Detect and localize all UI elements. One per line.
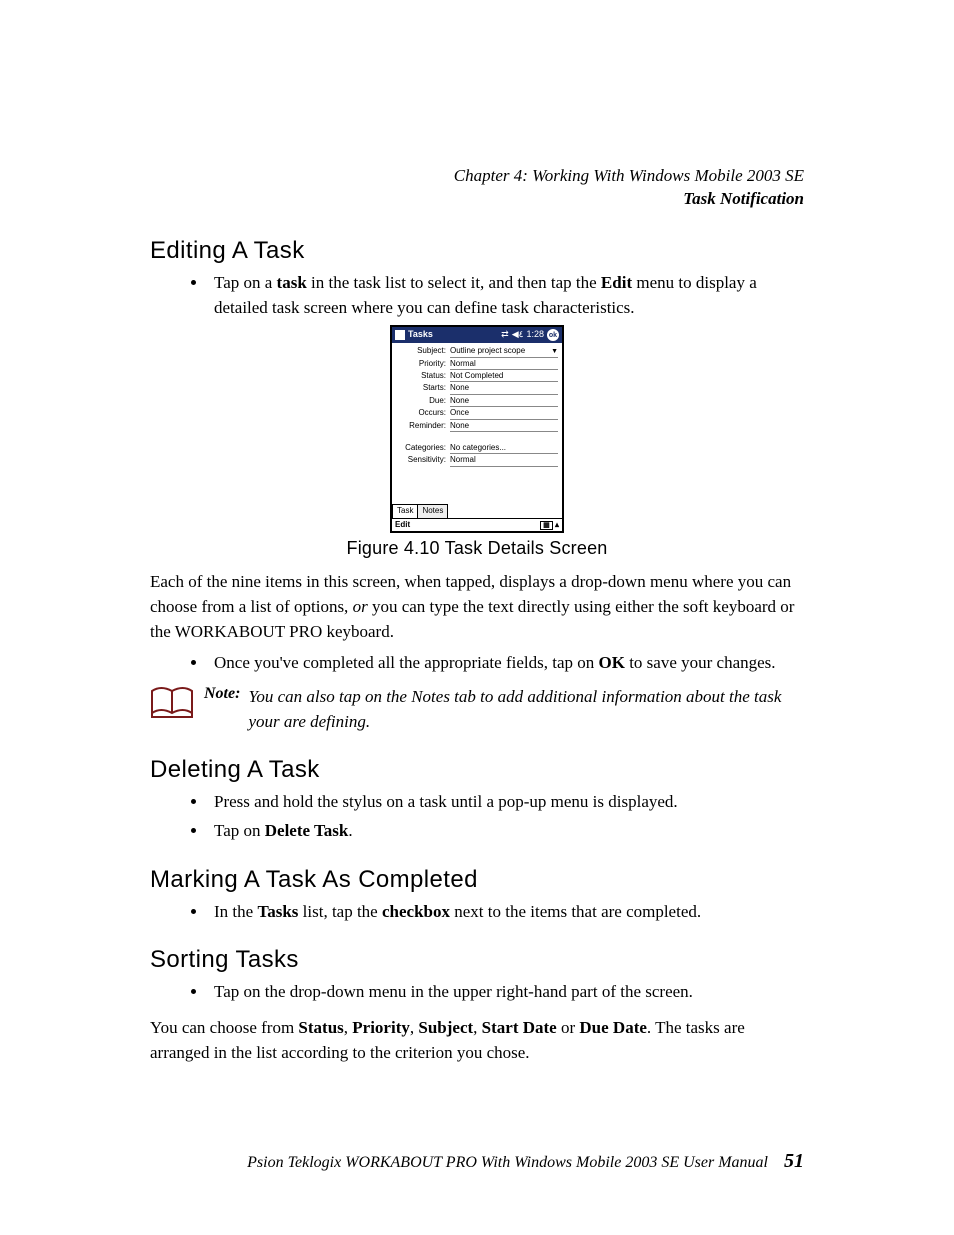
connectivity-icon: ⇄ bbox=[501, 329, 509, 341]
note-label: Note: bbox=[204, 685, 248, 734]
heading-sorting-tasks: Sorting Tasks bbox=[150, 946, 804, 974]
list-item: Tap on the drop-down menu in the upper r… bbox=[208, 980, 804, 1005]
field-priority[interactable]: Priority: Normal bbox=[396, 359, 558, 370]
marking-bullets: In the Tasks list, tap the checkbox next… bbox=[150, 900, 804, 925]
heading-deleting-a-task: Deleting A Task bbox=[150, 756, 804, 784]
figure-caption: Figure 4.10 Task Details Screen bbox=[150, 538, 804, 559]
edit-menu[interactable]: Edit bbox=[395, 520, 410, 530]
page-number: 51 bbox=[784, 1150, 804, 1173]
list-item: In the Tasks list, tap the checkbox next… bbox=[208, 900, 804, 925]
editing-bullets: Tap on a task in the task list to select… bbox=[150, 271, 804, 320]
heading-editing-a-task: Editing A Task bbox=[150, 237, 804, 265]
field-reminder[interactable]: Reminder: None bbox=[396, 421, 558, 432]
heading-marking-completed: Marking A Task As Completed bbox=[150, 866, 804, 894]
section-label: Task Notification bbox=[150, 188, 804, 211]
footer-text: Psion Teklogix WORKABOUT PRO With Window… bbox=[247, 1154, 768, 1172]
tab-notes[interactable]: Notes bbox=[417, 504, 448, 517]
editing-bullets-2: Once you've completed all the appropriat… bbox=[150, 651, 804, 676]
list-item: Tap on a task in the task list to select… bbox=[208, 271, 804, 320]
field-subject[interactable]: Subject: Outline project scope▼ bbox=[396, 346, 558, 357]
chapter-label: Chapter 4: Working With Windows Mobile 2… bbox=[150, 165, 804, 188]
ok-button[interactable]: ok bbox=[547, 329, 559, 341]
volume-icon: ◀٤ bbox=[512, 329, 524, 341]
device-titlebar: Tasks ⇄ ◀٤ 1:28 ok bbox=[392, 327, 562, 343]
keyboard-icon[interactable]: ▦ ▴ bbox=[540, 520, 559, 530]
list-item: Once you've completed all the appropriat… bbox=[208, 651, 804, 676]
tab-task[interactable]: Task bbox=[392, 504, 418, 517]
field-starts[interactable]: Starts: None bbox=[396, 383, 558, 394]
note-text: You can also tap on the Notes tab to add… bbox=[248, 685, 804, 734]
page-header: Chapter 4: Working With Windows Mobile 2… bbox=[150, 165, 804, 211]
field-categories[interactable]: Categories: No categories... bbox=[396, 443, 558, 454]
field-due[interactable]: Due: None bbox=[396, 396, 558, 407]
field-status[interactable]: Status: Not Completed bbox=[396, 371, 558, 382]
sorting-bullets: Tap on the drop-down menu in the upper r… bbox=[150, 980, 804, 1005]
app-title: Tasks bbox=[408, 329, 433, 341]
field-sensitivity[interactable]: Sensitivity: Normal bbox=[396, 455, 558, 466]
deleting-bullets: Press and hold the stylus on a task unti… bbox=[150, 790, 804, 843]
clock-label: 1:28 bbox=[526, 329, 544, 341]
page-footer: Psion Teklogix WORKABOUT PRO With Window… bbox=[150, 1150, 804, 1173]
note-block: Note: You can also tap on the Notes tab … bbox=[150, 685, 804, 734]
device-bottombar: Edit ▦ ▴ bbox=[392, 518, 562, 531]
list-item: Press and hold the stylus on a task unti… bbox=[208, 790, 804, 815]
device-tabs: Task Notes bbox=[392, 504, 562, 517]
figure-task-details: Tasks ⇄ ◀٤ 1:28 ok Subject: Outline proj… bbox=[150, 326, 804, 559]
field-occurs[interactable]: Occurs: Once bbox=[396, 408, 558, 419]
paragraph-after-figure: Each of the nine items in this screen, w… bbox=[150, 569, 804, 644]
chevron-down-icon[interactable]: ▼ bbox=[551, 347, 558, 356]
device-screenshot: Tasks ⇄ ◀٤ 1:28 ok Subject: Outline proj… bbox=[391, 326, 563, 532]
manual-page: Chapter 4: Working With Windows Mobile 2… bbox=[0, 0, 954, 1235]
sorting-paragraph: You can choose from Status, Priority, Su… bbox=[150, 1015, 804, 1065]
list-item: Tap on Delete Task. bbox=[208, 819, 804, 844]
book-icon bbox=[150, 685, 194, 719]
start-icon bbox=[395, 330, 405, 340]
device-body: Subject: Outline project scope▼ Priority… bbox=[392, 343, 562, 518]
